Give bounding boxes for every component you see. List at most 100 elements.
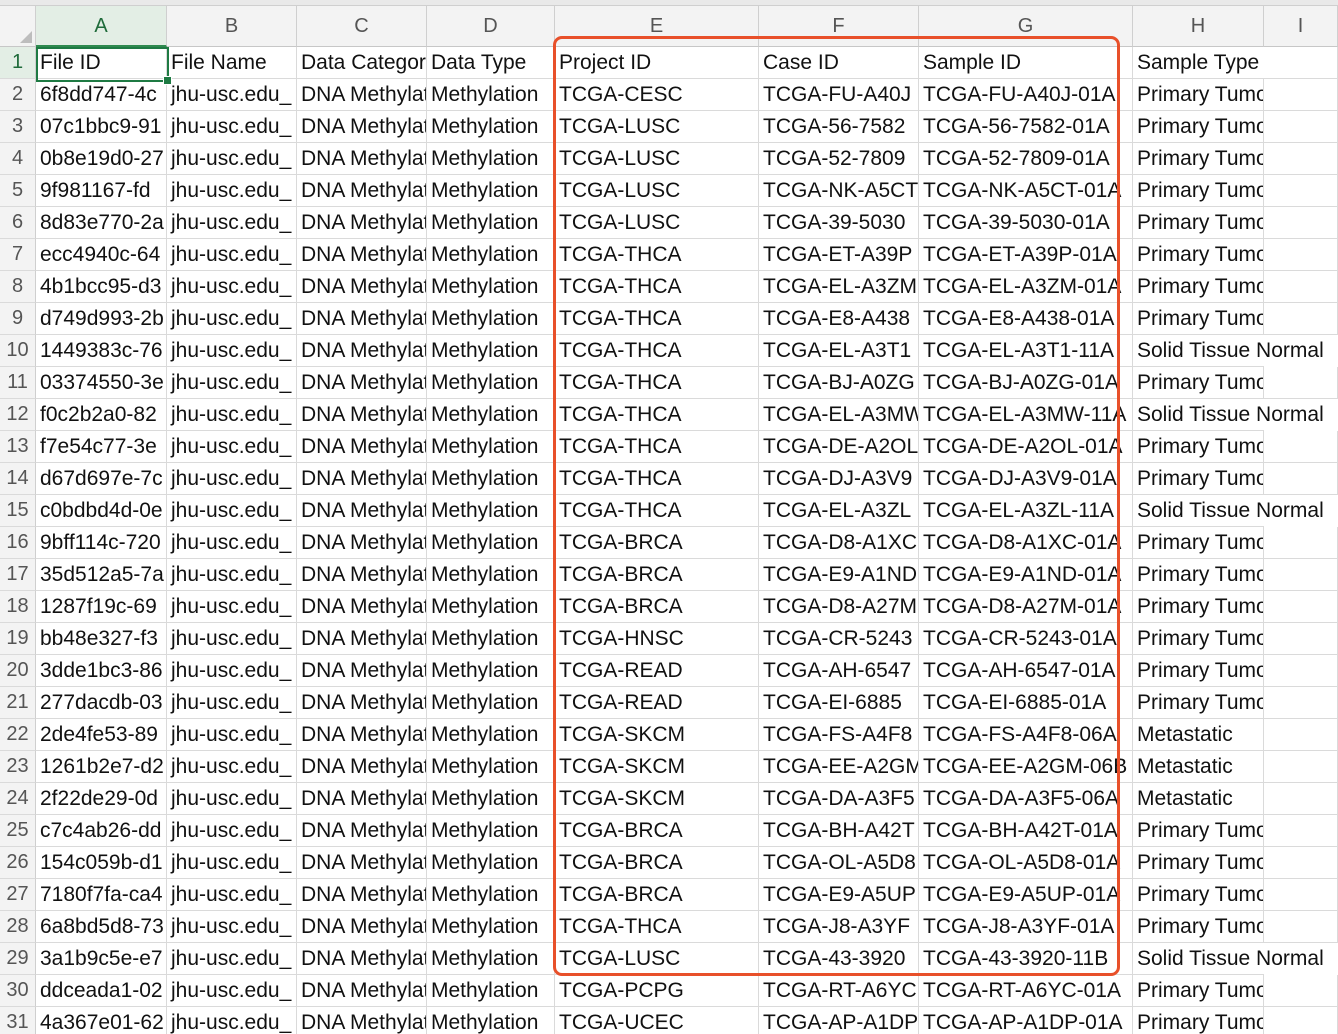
header-cell[interactable]: File ID (36, 47, 167, 79)
data-cell[interactable]: TCGA-EI-6885 (759, 687, 919, 719)
data-cell[interactable]: TCGA-CR-5243-01A (919, 623, 1133, 655)
data-cell[interactable]: TCGA-EE-A2GM (759, 751, 919, 783)
data-cell[interactable]: Methylation (427, 79, 555, 111)
data-cell[interactable]: TCGA-J8-A3YF-01A (919, 911, 1133, 943)
data-cell[interactable]: Methylation (427, 239, 555, 271)
data-cell[interactable]: TCGA-THCA (555, 303, 759, 335)
data-cell[interactable]: jhu-usc.edu_ (167, 719, 297, 751)
data-cell[interactable]: TCGA-LUSC (555, 943, 759, 975)
data-cell[interactable]: 03374550-3e (36, 367, 167, 399)
column-header-a[interactable]: A (36, 6, 167, 47)
empty-cell[interactable] (1264, 207, 1338, 239)
data-cell[interactable]: DNA Methylation (297, 303, 427, 335)
data-cell[interactable]: Methylation (427, 911, 555, 943)
row-header-29[interactable]: 29 (0, 943, 36, 975)
data-cell[interactable]: DNA Methylation (297, 111, 427, 143)
data-cell[interactable]: jhu-usc.edu_ (167, 943, 297, 975)
data-cell[interactable]: jhu-usc.edu_ (167, 975, 297, 1007)
data-cell[interactable]: f7e54c77-3e (36, 431, 167, 463)
data-cell[interactable]: 1261b2e7-d2 (36, 751, 167, 783)
empty-cell[interactable] (1264, 239, 1338, 271)
data-cell[interactable]: TCGA-52-7809 (759, 143, 919, 175)
row-header-19[interactable]: 19 (0, 623, 36, 655)
data-cell[interactable]: TCGA-THCA (555, 463, 759, 495)
row-header-30[interactable]: 30 (0, 975, 36, 1007)
data-cell[interactable]: Methylation (427, 687, 555, 719)
data-cell[interactable]: TCGA-D8-A1XC (759, 527, 919, 559)
data-cell[interactable]: 0b8e19d0-27 (36, 143, 167, 175)
row-header-10[interactable]: 10 (0, 335, 36, 367)
data-cell[interactable]: TCGA-DA-A3F5-06A (919, 783, 1133, 815)
data-cell[interactable]: jhu-usc.edu_ (167, 111, 297, 143)
data-cell[interactable]: TCGA-RT-A6YC (759, 975, 919, 1007)
data-cell[interactable]: Primary Tumor (1133, 559, 1264, 591)
data-cell[interactable]: TCGA-OL-A5D8 (759, 847, 919, 879)
data-cell[interactable]: DNA Methylation (297, 719, 427, 751)
data-cell[interactable]: DNA Methylation (297, 495, 427, 527)
column-header-e[interactable]: E (555, 6, 759, 47)
row-header-24[interactable]: 24 (0, 783, 36, 815)
data-cell[interactable]: TCGA-AP-A1DP-01A (919, 1007, 1133, 1034)
empty-cell[interactable] (1264, 47, 1338, 79)
data-cell[interactable]: Primary Tumor (1133, 239, 1264, 271)
data-cell[interactable]: DNA Methylation (297, 367, 427, 399)
data-cell[interactable]: TCGA-EL-A3T1 (759, 335, 919, 367)
data-cell[interactable]: TCGA-DJ-A3V9-01A (919, 463, 1133, 495)
data-cell[interactable]: TCGA-BRCA (555, 527, 759, 559)
data-cell[interactable]: TCGA-OL-A5D8-01A (919, 847, 1133, 879)
data-cell[interactable]: TCGA-THCA (555, 367, 759, 399)
data-cell[interactable]: Primary Tumor (1133, 815, 1264, 847)
empty-cell[interactable] (1264, 1007, 1338, 1034)
data-cell[interactable]: 07c1bbc9-91 (36, 111, 167, 143)
data-cell[interactable]: 154c059b-d1 (36, 847, 167, 879)
data-cell[interactable]: TCGA-EL-A3T1-11A (919, 335, 1133, 367)
data-cell[interactable]: TCGA-43-3920 (759, 943, 919, 975)
data-cell[interactable]: 2f22de29-0d (36, 783, 167, 815)
data-cell[interactable]: TCGA-EL-A3ZL-11A (919, 495, 1133, 527)
data-cell[interactable]: DNA Methylation (297, 975, 427, 1007)
empty-cell[interactable] (1264, 79, 1338, 111)
empty-cell[interactable] (1264, 879, 1338, 911)
data-cell[interactable]: jhu-usc.edu_ (167, 399, 297, 431)
data-cell[interactable]: jhu-usc.edu_ (167, 623, 297, 655)
data-cell[interactable]: DNA Methylation (297, 655, 427, 687)
data-cell[interactable]: DNA Methylation (297, 79, 427, 111)
row-header-5[interactable]: 5 (0, 175, 36, 207)
data-cell[interactable]: TCGA-NK-A5CT (759, 175, 919, 207)
empty-cell[interactable] (1264, 111, 1338, 143)
data-cell[interactable]: bb48e327-f3 (36, 623, 167, 655)
data-cell[interactable]: TCGA-E9-A1ND-01A (919, 559, 1133, 591)
data-cell[interactable]: 2de4fe53-89 (36, 719, 167, 751)
data-cell[interactable]: Primary Tumor (1133, 879, 1264, 911)
data-cell[interactable]: Primary Tumor (1133, 79, 1264, 111)
data-cell[interactable]: TCGA-SKCM (555, 719, 759, 751)
data-cell[interactable]: Primary Tumor (1133, 271, 1264, 303)
data-cell[interactable]: Solid Tissue Normal (1133, 399, 1324, 431)
row-header-2[interactable]: 2 (0, 79, 36, 111)
data-cell[interactable]: TCGA-39-5030-01A (919, 207, 1133, 239)
empty-cell[interactable] (1264, 687, 1338, 719)
data-cell[interactable]: DNA Methylation (297, 911, 427, 943)
data-cell[interactable]: DNA Methylation (297, 175, 427, 207)
data-cell[interactable]: Methylation (427, 719, 555, 751)
data-cell[interactable]: Primary Tumor (1133, 431, 1264, 463)
data-cell[interactable]: TCGA-52-7809-01A (919, 143, 1133, 175)
data-cell[interactable]: jhu-usc.edu_ (167, 1007, 297, 1034)
data-cell[interactable]: 3a1b9c5e-e7 (36, 943, 167, 975)
data-cell[interactable]: Methylation (427, 847, 555, 879)
data-cell[interactable]: DNA Methylation (297, 943, 427, 975)
data-cell[interactable]: TCGA-AH-6547-01A (919, 655, 1133, 687)
header-cell[interactable]: Project ID (555, 47, 759, 79)
data-cell[interactable]: Primary Tumor (1133, 623, 1264, 655)
row-header-7[interactable]: 7 (0, 239, 36, 271)
empty-cell[interactable] (1264, 751, 1338, 783)
data-cell[interactable]: 277dacdb-03 (36, 687, 167, 719)
data-cell[interactable]: Metastatic (1133, 719, 1264, 751)
data-cell[interactable]: jhu-usc.edu_ (167, 431, 297, 463)
data-cell[interactable]: TCGA-BJ-A0ZG-01A (919, 367, 1133, 399)
row-header-6[interactable]: 6 (0, 207, 36, 239)
data-cell[interactable]: d749d993-2b (36, 303, 167, 335)
data-cell[interactable]: TCGA-LUSC (555, 143, 759, 175)
data-cell[interactable]: Methylation (427, 879, 555, 911)
row-header-26[interactable]: 26 (0, 847, 36, 879)
